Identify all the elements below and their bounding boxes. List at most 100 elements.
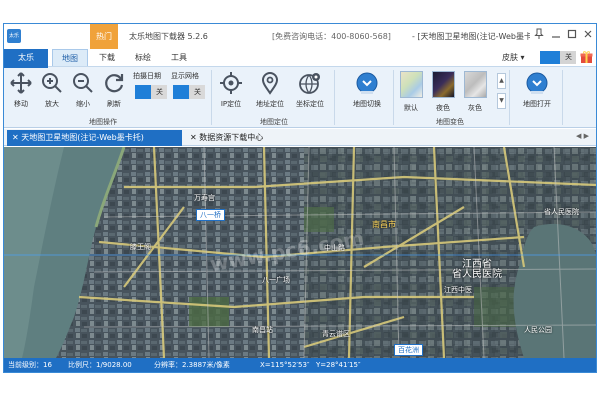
refresh-button[interactable]: 刷新 — [99, 71, 129, 117]
close-icon[interactable] — [581, 28, 595, 42]
tab-tools[interactable]: 工具 — [164, 49, 194, 67]
style-night-label: 夜色 — [436, 104, 450, 112]
y-coordinate-text: Y=28°41′15″ — [316, 361, 361, 369]
map-label-hospital-2: 省人民医院 — [544, 208, 579, 216]
group-separator — [211, 70, 212, 125]
map-switch-button[interactable]: 地图切换 — [349, 71, 385, 117]
close-tab-icon[interactable]: ✕ — [12, 133, 21, 142]
ip-locate-label: IP定位 — [220, 100, 242, 108]
map-label-hospital: 省人民医院 — [452, 269, 502, 280]
style-gray-thumbnail[interactable] — [464, 71, 487, 98]
map-label-wanshou: 万寿宫 — [194, 194, 215, 202]
style-default-label: 默认 — [404, 104, 418, 112]
toggle-on-part — [135, 85, 151, 99]
map-label-tcm: 江西中医 — [444, 286, 472, 294]
map-label-station: 南昌站 — [252, 326, 273, 334]
refresh-icon — [102, 71, 126, 95]
skin-dropdown[interactable]: 皮肤 ▾ — [502, 52, 525, 63]
zoom-out-button[interactable]: 缩小 — [68, 71, 98, 117]
ribbon-tab-bar: 太乐 地图 下载 标绘 工具 皮肤 ▾ 关 — [4, 49, 596, 68]
scale-text: 比例尺：1/9028.00 — [68, 361, 132, 369]
group-label-map-ops: 地图操作 — [89, 118, 117, 126]
map-label-peoples-park: 人民公园 — [524, 326, 552, 334]
app-window: 太乐 热门 太乐地图下载器 5.2.6 [免费咨询电话：400-8060-568… — [3, 23, 597, 373]
group-separator — [334, 70, 335, 125]
brand-menu-button[interactable]: 太乐 — [4, 49, 48, 68]
tab-map[interactable]: 地图 — [52, 49, 88, 67]
style-gray-label: 灰色 — [468, 104, 482, 112]
toggle-on-part — [173, 85, 189, 99]
globe-pin-icon — [298, 71, 322, 95]
tab-mark[interactable]: 标绘 — [128, 49, 158, 67]
zoom-level-text: 当前级别：16 — [8, 361, 52, 369]
zoom-in-button[interactable]: 放大 — [37, 71, 67, 117]
map-open-label: 地图打开 — [523, 100, 551, 108]
style-scroll-up-button[interactable]: ▲ — [497, 73, 506, 89]
title-bar: 太乐 热门 太乐地图下载器 5.2.6 [免费咨询电话：400-8060-568… — [4, 24, 596, 49]
address-locate-label: 地址定位 — [256, 100, 284, 108]
group-separator — [393, 70, 394, 125]
doc-tab-satellite-map[interactable]: ✕ 天地图卫星地图(注记-Web墨卡托) — [7, 130, 182, 146]
group-separator — [509, 70, 510, 125]
style-night-thumbnail[interactable] — [432, 71, 455, 98]
resolution-text: 分辨率：2.3887米/像素 — [154, 361, 230, 369]
tab-hot[interactable]: 热门 — [90, 24, 118, 49]
close-tab-icon[interactable]: ✕ — [190, 133, 199, 142]
map-open-button[interactable]: 地图打开 — [519, 71, 555, 117]
toggle-text: 关 — [194, 88, 201, 96]
show-grid-toggle[interactable]: 关 — [173, 85, 205, 99]
coordinate-locate-label: 坐标定位 — [296, 100, 324, 108]
style-scroll-down-button[interactable]: ▼ — [497, 93, 506, 109]
skin-toggle[interactable]: 关 — [540, 51, 576, 64]
map-label-bayi-square: 八一广场 — [262, 276, 290, 284]
capture-date-toggle[interactable]: 关 — [135, 85, 167, 99]
document-tab-bar: ✕ 天地图卫星地图(注记-Web墨卡托) ✕ 数据资源下载中心 ◀ ▶ — [4, 129, 596, 146]
app-logo: 太乐 — [7, 29, 21, 43]
crosshair-icon — [219, 71, 243, 95]
zoom-in-label: 放大 — [45, 100, 59, 108]
map-label-city: 南昌市 — [372, 220, 396, 229]
gift-icon[interactable] — [580, 50, 593, 64]
map-label-district: 青云谱区 — [322, 330, 350, 338]
toggle-text: 关 — [565, 53, 572, 61]
minimize-icon[interactable] — [549, 28, 563, 42]
group-label-map-color: 地图变色 — [436, 118, 464, 126]
zoom-out-icon — [71, 71, 95, 95]
doc-tab-label: 天地图卫星地图(注记-Web墨卡托) — [21, 133, 144, 142]
ip-locate-button[interactable]: IP定位 — [216, 71, 246, 117]
refresh-label: 刷新 — [107, 100, 121, 108]
status-bar: 当前级别：16 比例尺：1/9028.00 分辨率：2.3887米/像素 X=1… — [4, 358, 596, 372]
map-open-icon — [525, 71, 549, 95]
doc-tab-label: 数据资源下载中心 — [199, 133, 264, 142]
app-title: 太乐地图下载器 5.2.6 — [129, 32, 208, 41]
group-label-map-locate: 地图定位 — [260, 118, 288, 126]
hotline-text: [免费咨询电话：400-8060-568] — [272, 32, 391, 41]
zoom-in-icon — [40, 71, 64, 95]
style-default-thumbnail[interactable] — [400, 71, 423, 98]
pin-icon[interactable] — [532, 28, 546, 42]
capture-date-label: 拍摄日期 — [133, 72, 161, 80]
move-icon — [9, 71, 33, 95]
tab-download[interactable]: 下载 — [92, 49, 122, 67]
map-switch-icon — [355, 71, 379, 95]
toggle-text: 关 — [156, 88, 163, 96]
map-switch-label: 地图切换 — [353, 100, 381, 108]
map-label-tengwang: 滕王阁 — [130, 243, 151, 251]
coordinate-locate-button[interactable]: 坐标定位 — [295, 71, 325, 117]
group-separator — [562, 70, 563, 125]
maximize-icon[interactable] — [565, 28, 579, 42]
satellite-map-view[interactable]: 八一桥 滕王阁 江西省 南昌市 青云谱区 百花洲 八一广场 江西中医 人民公园 … — [4, 147, 596, 358]
map-label-bayi-bridge: 八一桥 — [196, 209, 225, 221]
tab-scroll-arrows[interactable]: ◀ ▶ — [576, 132, 589, 140]
toggle-on-part — [540, 51, 560, 64]
document-title: - [天地图卫星地图(注记-Web墨卡托)] — [412, 32, 530, 41]
map-label-baihuazhou: 百花洲 — [394, 344, 423, 356]
map-pin-icon — [258, 71, 282, 95]
show-grid-label: 显示网格 — [171, 72, 199, 80]
ribbon-panel: 移动 放大 缩小 刷新 拍摄日期 关 显示网格 关 地图操作 IP定位 地址定位… — [4, 66, 596, 128]
move-button[interactable]: 移动 — [6, 71, 36, 117]
move-label: 移动 — [14, 100, 28, 108]
address-locate-button[interactable]: 地址定位 — [255, 71, 285, 117]
doc-tab-download-center[interactable]: ✕ 数据资源下载中心 — [190, 130, 300, 146]
zoom-out-label: 缩小 — [76, 100, 90, 108]
